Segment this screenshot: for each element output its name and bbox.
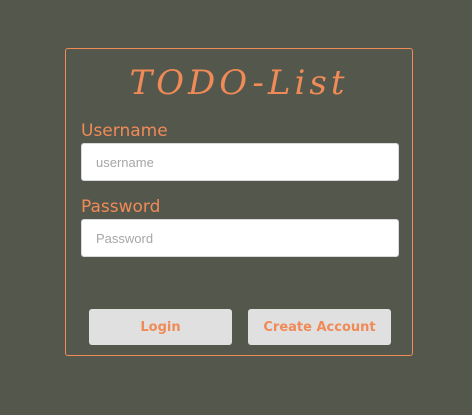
password-input[interactable] [81, 219, 399, 257]
username-input[interactable] [81, 143, 399, 181]
app-title: TODO-List [129, 63, 349, 103]
login-button[interactable]: Login [89, 309, 232, 345]
create-account-button[interactable]: Create Account [248, 309, 391, 345]
username-label: Username [81, 121, 168, 141]
login-form-card: TODO-List Username Password Login Create… [65, 48, 413, 356]
password-label: Password [81, 197, 161, 217]
